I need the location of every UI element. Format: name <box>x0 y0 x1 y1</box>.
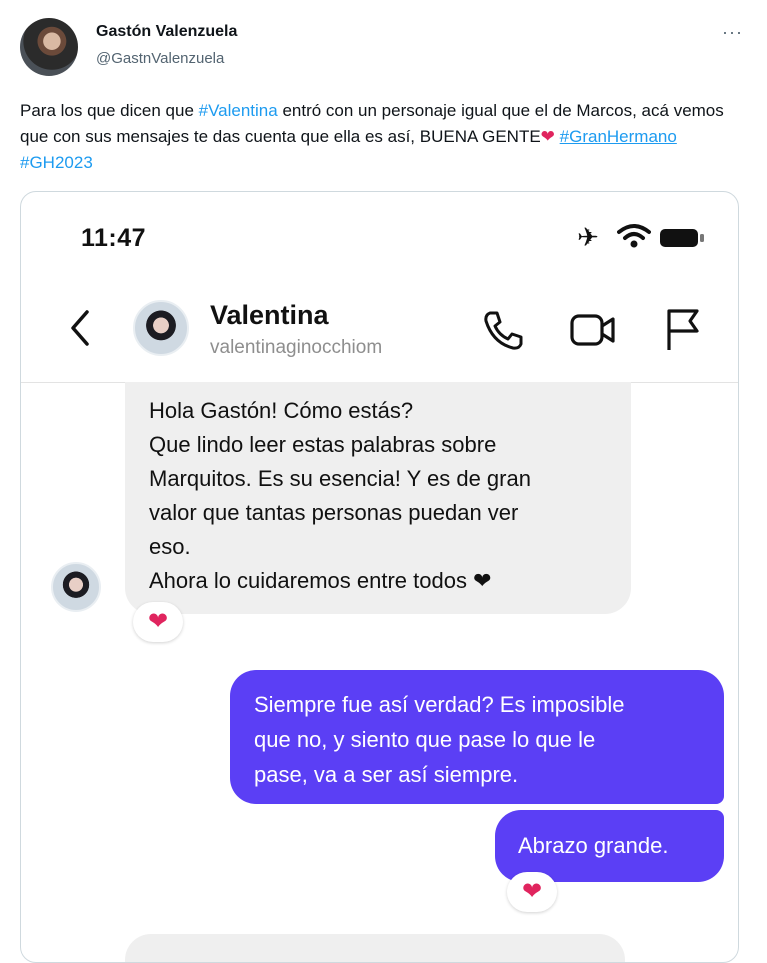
hashtag-link[interactable]: #Valentina <box>199 101 278 120</box>
status-time: 11:47 <box>81 224 147 252</box>
message-line: Marquitos. Es su esencia! Y es de gran <box>149 466 531 491</box>
contact-handle: valentinaginocchiom <box>210 337 383 358</box>
call-icon[interactable] <box>481 308 525 352</box>
author-name[interactable]: Gastón Valenzuela <box>96 23 237 41</box>
incoming-message-partial <box>125 934 625 962</box>
message-line: que no, y siento que pase lo que le <box>254 727 596 752</box>
hashtag-link[interactable]: #GranHermano <box>560 127 677 146</box>
heart-reaction[interactable]: ❤ <box>507 872 557 912</box>
message-line: Siempre fue así verdad? Es imposible <box>254 692 625 717</box>
more-options-icon[interactable]: ··· <box>722 22 743 43</box>
hashtag-link[interactable]: #GH2023 <box>20 153 93 172</box>
incoming-message[interactable]: Hola Gastón! Cómo estás? Que lindo leer … <box>125 382 631 614</box>
message-line: Ahora lo cuidaremos entre todos ❤ <box>149 568 492 593</box>
status-icons: ✈ <box>577 222 707 254</box>
battery-icon <box>659 228 704 247</box>
author-avatar[interactable] <box>20 18 78 76</box>
heart-icon: ❤ <box>540 127 555 146</box>
tweet-media-screenshot[interactable]: 11:47 ✈ Valentina valentinaginocchiom Ho… <box>20 191 739 963</box>
wifi-icon <box>617 222 651 255</box>
tweet-text: Para los que dicen que #Valentina entró … <box>20 98 735 176</box>
author-handle[interactable]: @GastnValenzuela <box>96 50 224 67</box>
message-line: eso. <box>149 534 191 559</box>
airplane-icon: ✈ <box>577 222 599 252</box>
back-icon[interactable] <box>65 308 95 348</box>
message-line: Que lindo leer estas palabras sobre <box>149 432 497 457</box>
flag-icon[interactable] <box>663 306 703 352</box>
tweet-header: Gastón Valenzuela @GastnValenzuela ··· <box>20 14 747 78</box>
heart-reaction[interactable]: ❤ <box>133 602 183 642</box>
message-line: pase, va a ser así siempre. <box>254 762 519 787</box>
contact-name[interactable]: Valentina <box>210 300 329 331</box>
chat-header: Valentina valentinaginocchiom <box>21 282 738 383</box>
message-line: Hola Gastón! Cómo estás? <box>149 398 414 423</box>
outgoing-message[interactable]: Siempre fue así verdad? Es imposible que… <box>230 670 724 804</box>
sender-avatar[interactable] <box>51 562 101 612</box>
message-line: valor que tantas personas puedan ver <box>149 500 519 525</box>
contact-avatar[interactable] <box>133 300 189 356</box>
tweet-text-part: Para los que dicen que <box>20 101 199 120</box>
video-icon[interactable] <box>569 308 617 352</box>
